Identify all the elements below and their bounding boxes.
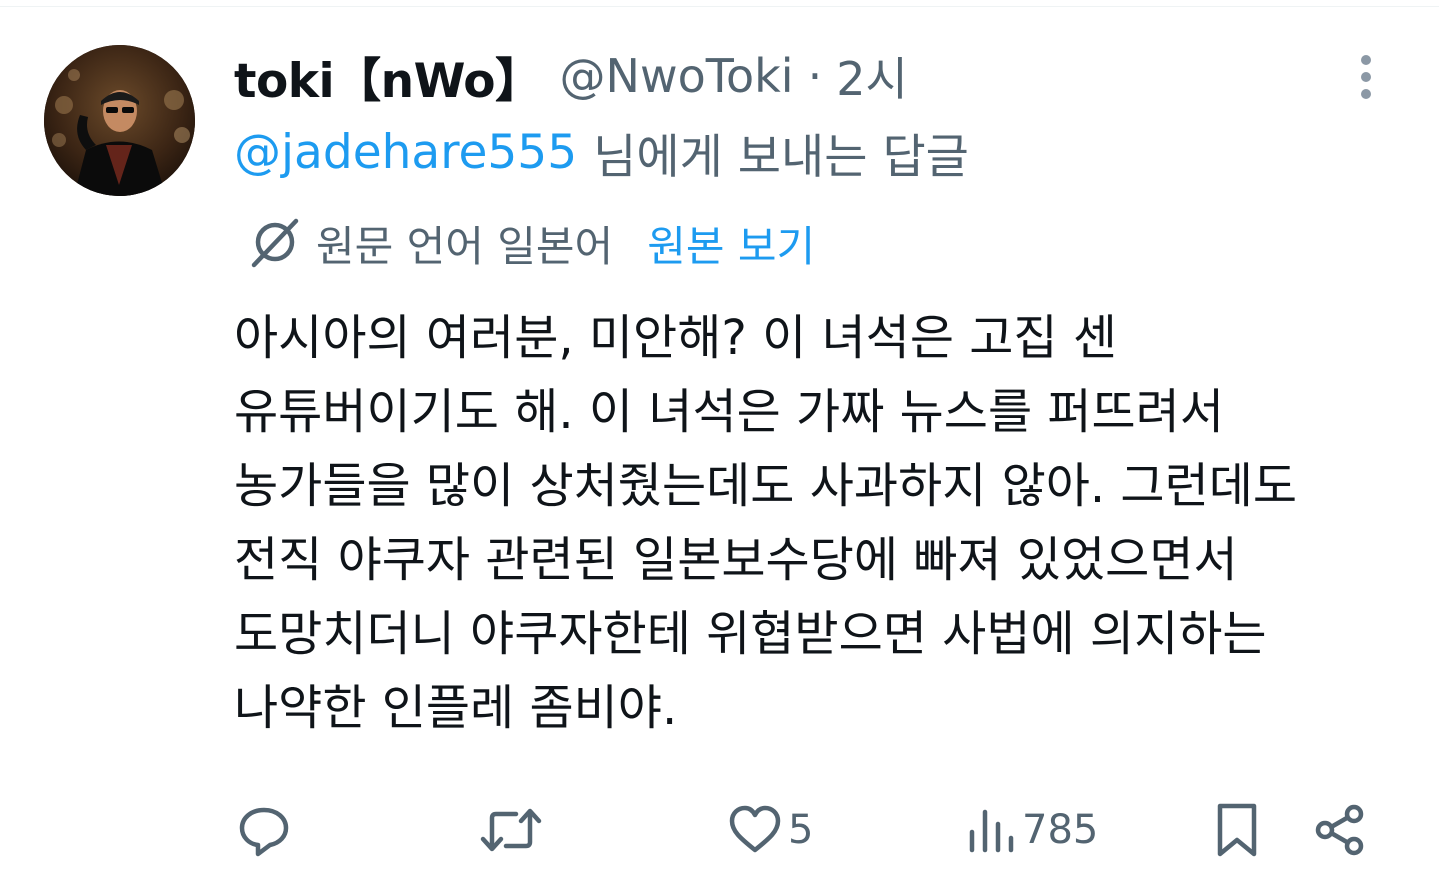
reply-context: @jadehare555 님에게 보내는 답글 xyxy=(234,120,969,185)
tweet-text-line: 도망치더니 야쿠자한테 위협받으면 사법에 의지하는 xyxy=(234,606,1267,662)
like-button[interactable]: 5 xyxy=(728,790,813,870)
like-count: 5 xyxy=(788,807,814,853)
top-divider xyxy=(0,6,1439,7)
views-count: 785 xyxy=(1022,807,1099,853)
tweet-container: toki【nWo】 @NwoToki · 2시 @jadehare555 님에게… xyxy=(0,0,1439,884)
tweet-header: toki【nWo】 @NwoToki · 2시 xyxy=(234,42,908,111)
bookmark-button[interactable] xyxy=(1212,790,1262,870)
bookmark-icon xyxy=(1217,803,1257,857)
tweet-text-line: 유튜버이기도 해. 이 녀석은 가짜 뉴스를 퍼뜨려서 xyxy=(234,384,1225,440)
avatar-image xyxy=(44,45,195,196)
reply-suffix-text: 님에게 보내는 답글 xyxy=(593,129,969,185)
timestamp[interactable]: 2시 xyxy=(836,43,908,109)
share-button[interactable] xyxy=(1312,790,1368,870)
tweet-text: 아시아의 여러분, 미안해? 이 녀석은 고집 센 유튜버이기도 해. 이 녀석… xyxy=(234,301,1394,745)
user-handle[interactable]: @NwoToki xyxy=(560,49,794,103)
tweet-text-line: 전직 야쿠자 관련된 일본보수당에 빠져 있었으면서 xyxy=(234,532,1238,588)
speech-bubble-icon xyxy=(239,807,289,857)
reply-button[interactable] xyxy=(236,790,292,870)
translation-bar: 원문 언어 일본어 원본 보기 xyxy=(246,212,815,274)
translate-globe-icon xyxy=(246,215,302,271)
retweet-button[interactable] xyxy=(480,790,542,870)
tweet-text-line: 농가들을 많이 상처줬는데도 사과하지 않아. 그런데도 xyxy=(234,458,1298,514)
separator-dot: · xyxy=(807,49,823,103)
tweet-text-line: 나약한 인플레 좀비야. xyxy=(234,680,678,736)
retweet-arrows-icon xyxy=(480,808,542,852)
tweet-actions-bar: 5 785 xyxy=(0,790,1439,870)
display-name[interactable]: toki【nWo】 xyxy=(234,42,542,111)
more-vertical-icon xyxy=(1361,55,1371,99)
translation-label: 원문 언어 일본어 xyxy=(316,221,614,271)
views-button[interactable]: 785 xyxy=(966,790,1098,870)
show-original-link[interactable]: 원본 보기 xyxy=(647,213,815,274)
reply-mention-link[interactable]: @jadehare555 xyxy=(234,125,577,180)
more-options-button[interactable] xyxy=(1344,50,1388,104)
avatar[interactable] xyxy=(44,45,195,196)
tweet-text-line: 아시아의 여러분, 미안해? 이 녀석은 고집 센 xyxy=(234,310,1118,366)
heart-icon xyxy=(729,805,781,853)
bar-chart-icon xyxy=(969,809,1014,853)
share-nodes-icon xyxy=(1315,804,1364,856)
